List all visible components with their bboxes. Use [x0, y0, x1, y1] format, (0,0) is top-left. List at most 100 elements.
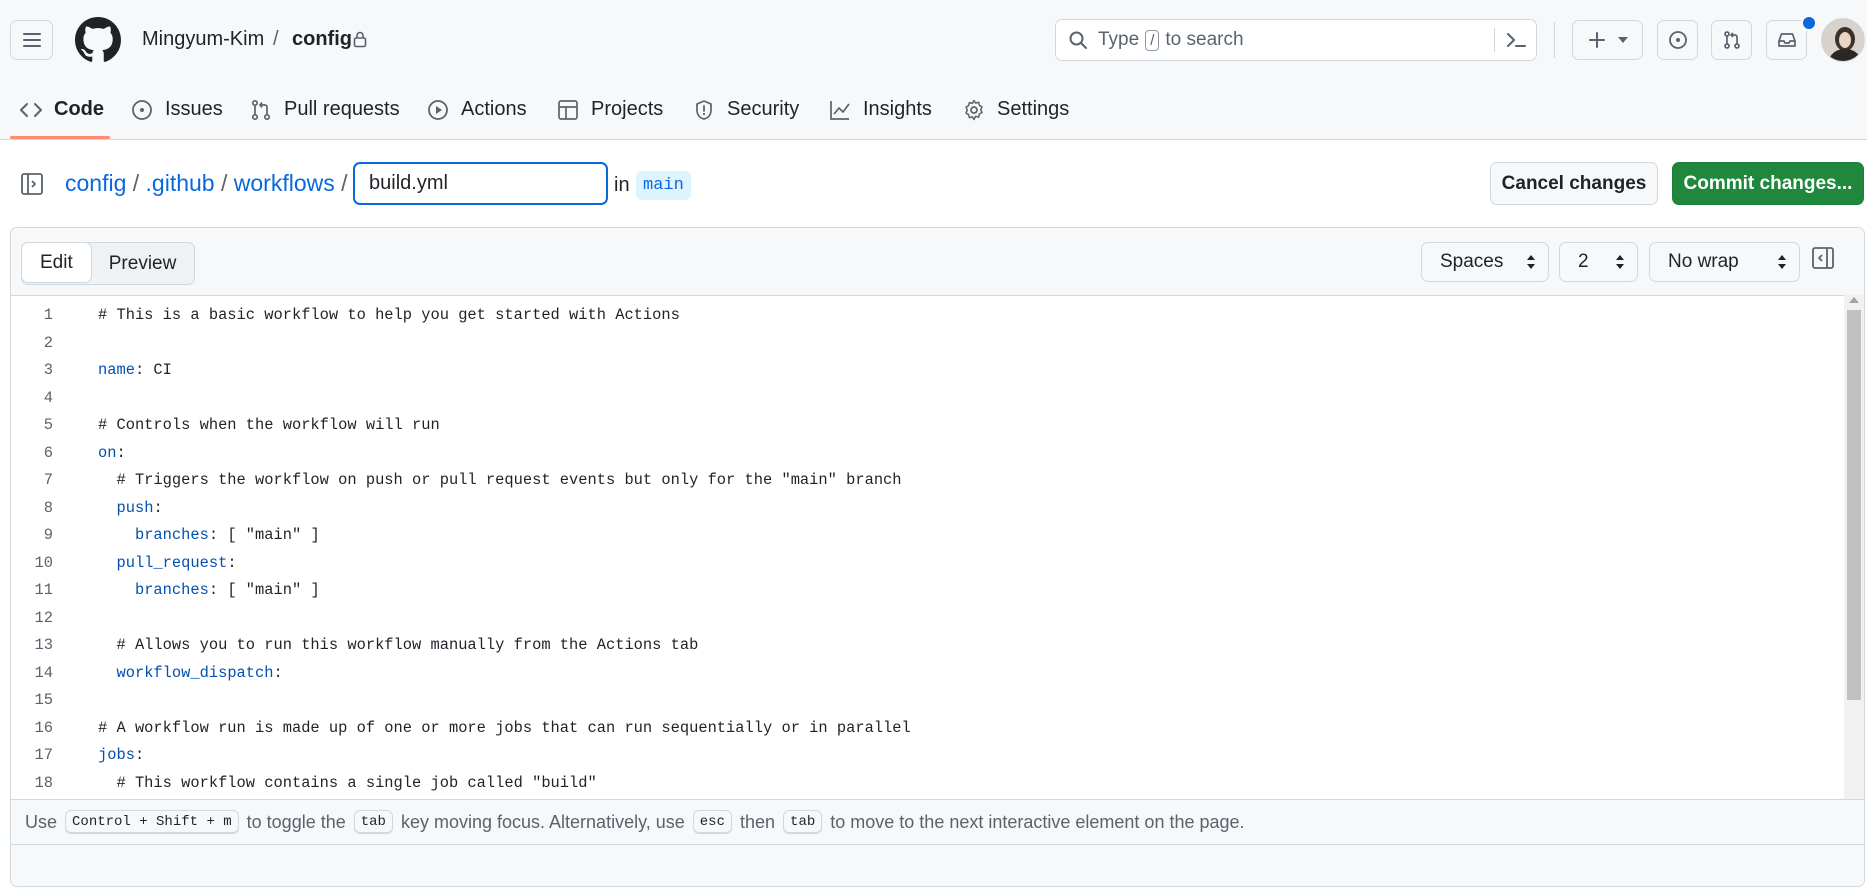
tab-insights[interactable]: Insights — [829, 80, 932, 139]
repository-nav: Code Issues Pull requests Actions Projec… — [0, 80, 1867, 140]
yaml-key: branches — [134, 581, 209, 599]
issues-button[interactable] — [1657, 20, 1698, 60]
code-text: # This workflow contains a single job ca… — [98, 773, 597, 792]
file-tree-toggle[interactable] — [20, 172, 44, 196]
tab-code[interactable]: Code — [20, 80, 104, 139]
pull-requests-button[interactable] — [1711, 20, 1752, 60]
git-pull-request-icon — [1723, 31, 1740, 49]
tab-pull-requests[interactable]: Pull requests — [250, 80, 400, 139]
yaml-key: workflow_dispatch — [116, 663, 274, 682]
menu-button[interactable] — [10, 20, 53, 60]
tab-security[interactable]: Security — [693, 80, 799, 139]
line-number: 18 — [34, 773, 53, 792]
code-line[interactable]: 5 # Controls when the workflow will run — [11, 412, 1841, 439]
code-line[interactable]: 7 # Triggers the workflow on push or pul… — [11, 467, 1841, 494]
code-lines[interactable]: 1 # This is a basic workflow to help you … — [11, 295, 1864, 799]
code-line[interactable]: 13 # Allows you to run this workflow man… — [11, 632, 1841, 659]
code-line[interactable]: 8 push: — [11, 495, 1841, 522]
search-icon — [1069, 31, 1087, 49]
github-logo[interactable] — [75, 17, 121, 63]
graph-icon — [830, 100, 850, 120]
wrap-mode-select[interactable]: No wrap — [1649, 242, 1800, 282]
tab-security-label: Security — [727, 98, 800, 120]
issue-opened-icon — [1668, 31, 1687, 49]
breadcrumb-github-folder[interactable]: .github — [146, 170, 215, 196]
code-line[interactable]: 2 — [11, 330, 1841, 357]
yaml-key: branches — [134, 526, 209, 544]
line-number: 14 — [34, 663, 53, 682]
tab-insights-label: Insights — [863, 98, 932, 120]
tab-preview[interactable]: Preview — [91, 243, 195, 284]
repo-link[interactable]: config — [292, 28, 352, 51]
breadcrumb-separator: / — [221, 170, 228, 196]
shortcut-chip: Control + Shift + m — [65, 810, 239, 834]
help-text-use: Use — [25, 811, 58, 832]
code-line[interactable]: 17 jobs: — [11, 742, 1841, 769]
commit-changes-button[interactable]: Commit changes... — [1672, 162, 1864, 205]
select-arrows-icon — [1778, 255, 1786, 269]
github-mark-icon — [75, 17, 121, 62]
code-line[interactable]: 16 # A workflow run is made up of one or … — [11, 715, 1841, 742]
cancel-changes-button[interactable]: Cancel changes — [1490, 162, 1658, 205]
search-suffix-text: to search — [1165, 29, 1244, 50]
create-new-button[interactable] — [1572, 20, 1643, 60]
tab-actions[interactable]: Actions — [427, 80, 527, 139]
keyboard-help: Use Control + Shift + m to toggle the ta… — [11, 799, 1864, 844]
breadcrumb-separator: / — [132, 170, 140, 196]
code-text: # Triggers the workflow on push or pull … — [98, 471, 902, 489]
side-panel-toggle[interactable] — [1811, 246, 1835, 270]
code-icon — [20, 102, 42, 117]
select-arrows-icon — [1527, 255, 1535, 269]
tab-edit[interactable]: Edit — [21, 242, 92, 283]
code-line[interactable]: 10 pull_request: — [11, 550, 1841, 577]
inbox-icon — [1777, 33, 1796, 47]
line-number: 9 — [43, 526, 53, 544]
yaml-key: jobs — [98, 746, 135, 764]
indent-size-value: 2 — [1578, 251, 1589, 272]
code-line[interactable]: 1 # This is a basic workflow to help you … — [11, 302, 1841, 329]
code-line[interactable]: 4 — [11, 385, 1841, 412]
indent-size-select[interactable]: 2 — [1559, 242, 1638, 282]
command-palette-icon[interactable] — [1505, 30, 1527, 50]
indent-mode-select[interactable]: Spaces — [1421, 242, 1549, 282]
code-line[interactable]: 6 on: — [11, 440, 1841, 467]
code-line[interactable]: 14 workflow_dispatch: — [11, 660, 1841, 687]
header-divider — [1554, 22, 1555, 58]
lock-icon — [352, 30, 368, 48]
code-text: # Allows you to run this workflow manual… — [98, 636, 699, 654]
code-line[interactable]: 11 branches: [ "main" ] — [11, 577, 1841, 604]
owner-link[interactable]: Mingyum-Kim — [142, 28, 264, 51]
code-line[interactable]: 18 # This workflow contains a single job… — [11, 770, 1841, 797]
code-line[interactable]: 9 branches: [ "main" ] — [11, 522, 1841, 549]
code-line[interactable]: 15 — [11, 687, 1841, 714]
help-text-focus: key moving focus. Alternatively, use — [400, 811, 685, 832]
line-number: 11 — [34, 581, 53, 599]
line-number: 5 — [43, 416, 53, 434]
search-input[interactable]: Type / to search — [1055, 19, 1537, 61]
yaml-key: on — [98, 443, 117, 462]
line-number: 17 — [34, 746, 53, 764]
wrap-mode-value: No wrap — [1668, 251, 1739, 272]
yaml-key: pull_request — [116, 553, 228, 572]
code-text: name: CI — [98, 361, 172, 379]
code-line[interactable]: 3 name: CI — [11, 357, 1841, 384]
breadcrumb-repo[interactable]: config — [65, 170, 126, 196]
yaml-key: name — [98, 361, 135, 379]
tab-pull-requests-label: Pull requests — [284, 98, 400, 120]
line-number: 8 — [43, 498, 53, 517]
tab-projects[interactable]: Projects — [557, 80, 663, 139]
tab-issues[interactable]: Issues — [131, 80, 223, 139]
scrollbar-thumb[interactable] — [1847, 310, 1861, 700]
filename-input[interactable] — [353, 162, 608, 205]
avatar[interactable] — [1821, 18, 1865, 62]
notification-dot — [1801, 15, 1817, 31]
code-text: pull_request: — [116, 553, 237, 572]
code-line[interactable]: 12 — [11, 605, 1841, 632]
code-text: # Controls when the workflow will run — [98, 416, 440, 434]
tab-settings[interactable]: Settings — [963, 80, 1069, 139]
line-number: 6 — [43, 443, 53, 462]
yaml-key: push — [116, 498, 154, 517]
scroll-up-arrow[interactable] — [1849, 297, 1859, 303]
editor-scrollbar[interactable] — [1844, 295, 1864, 799]
breadcrumb-workflows-folder[interactable]: workflows — [234, 170, 335, 196]
